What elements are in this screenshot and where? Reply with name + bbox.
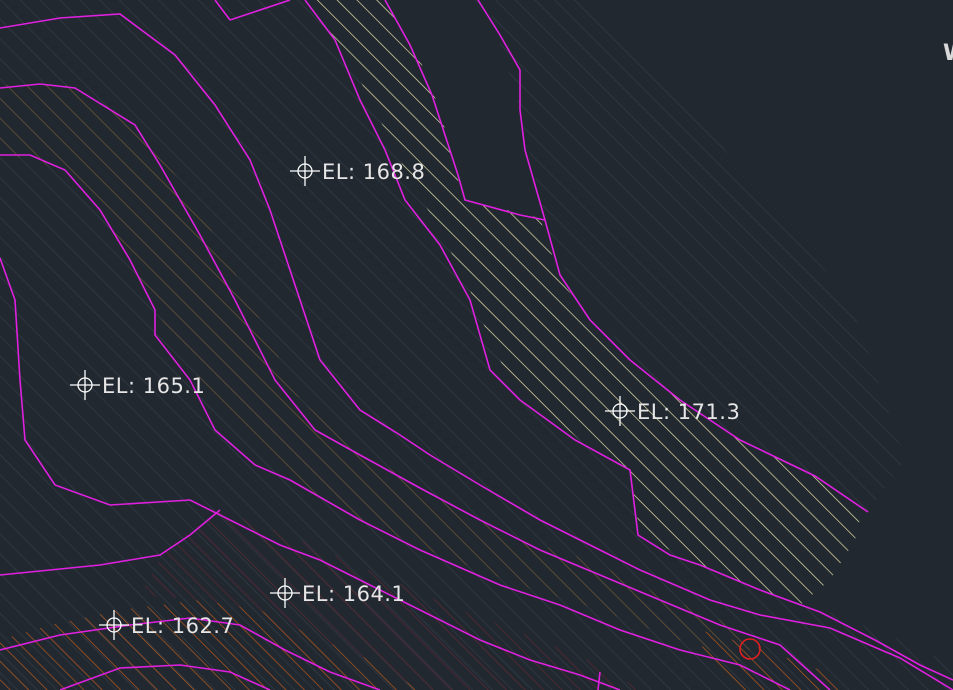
drawing-canvas[interactable]: EL: 168.8 EL: 165.1 EL: 171.3 EL: 164.1 … — [0, 0, 953, 690]
cad-viewport[interactable]: EL: 168.8 EL: 165.1 EL: 171.3 EL: 164.1 … — [0, 0, 953, 690]
elevation-text: EL: 162.7 — [131, 614, 234, 638]
elevation-text: EL: 171.3 — [637, 400, 740, 424]
elevation-text: EL: 168.8 — [322, 160, 425, 184]
hatch-regions — [0, 0, 953, 690]
elevation-text: EL: 165.1 — [102, 374, 205, 398]
elevation-text: EL: 164.1 — [302, 582, 405, 606]
cutoff-label: W — [943, 41, 953, 66]
